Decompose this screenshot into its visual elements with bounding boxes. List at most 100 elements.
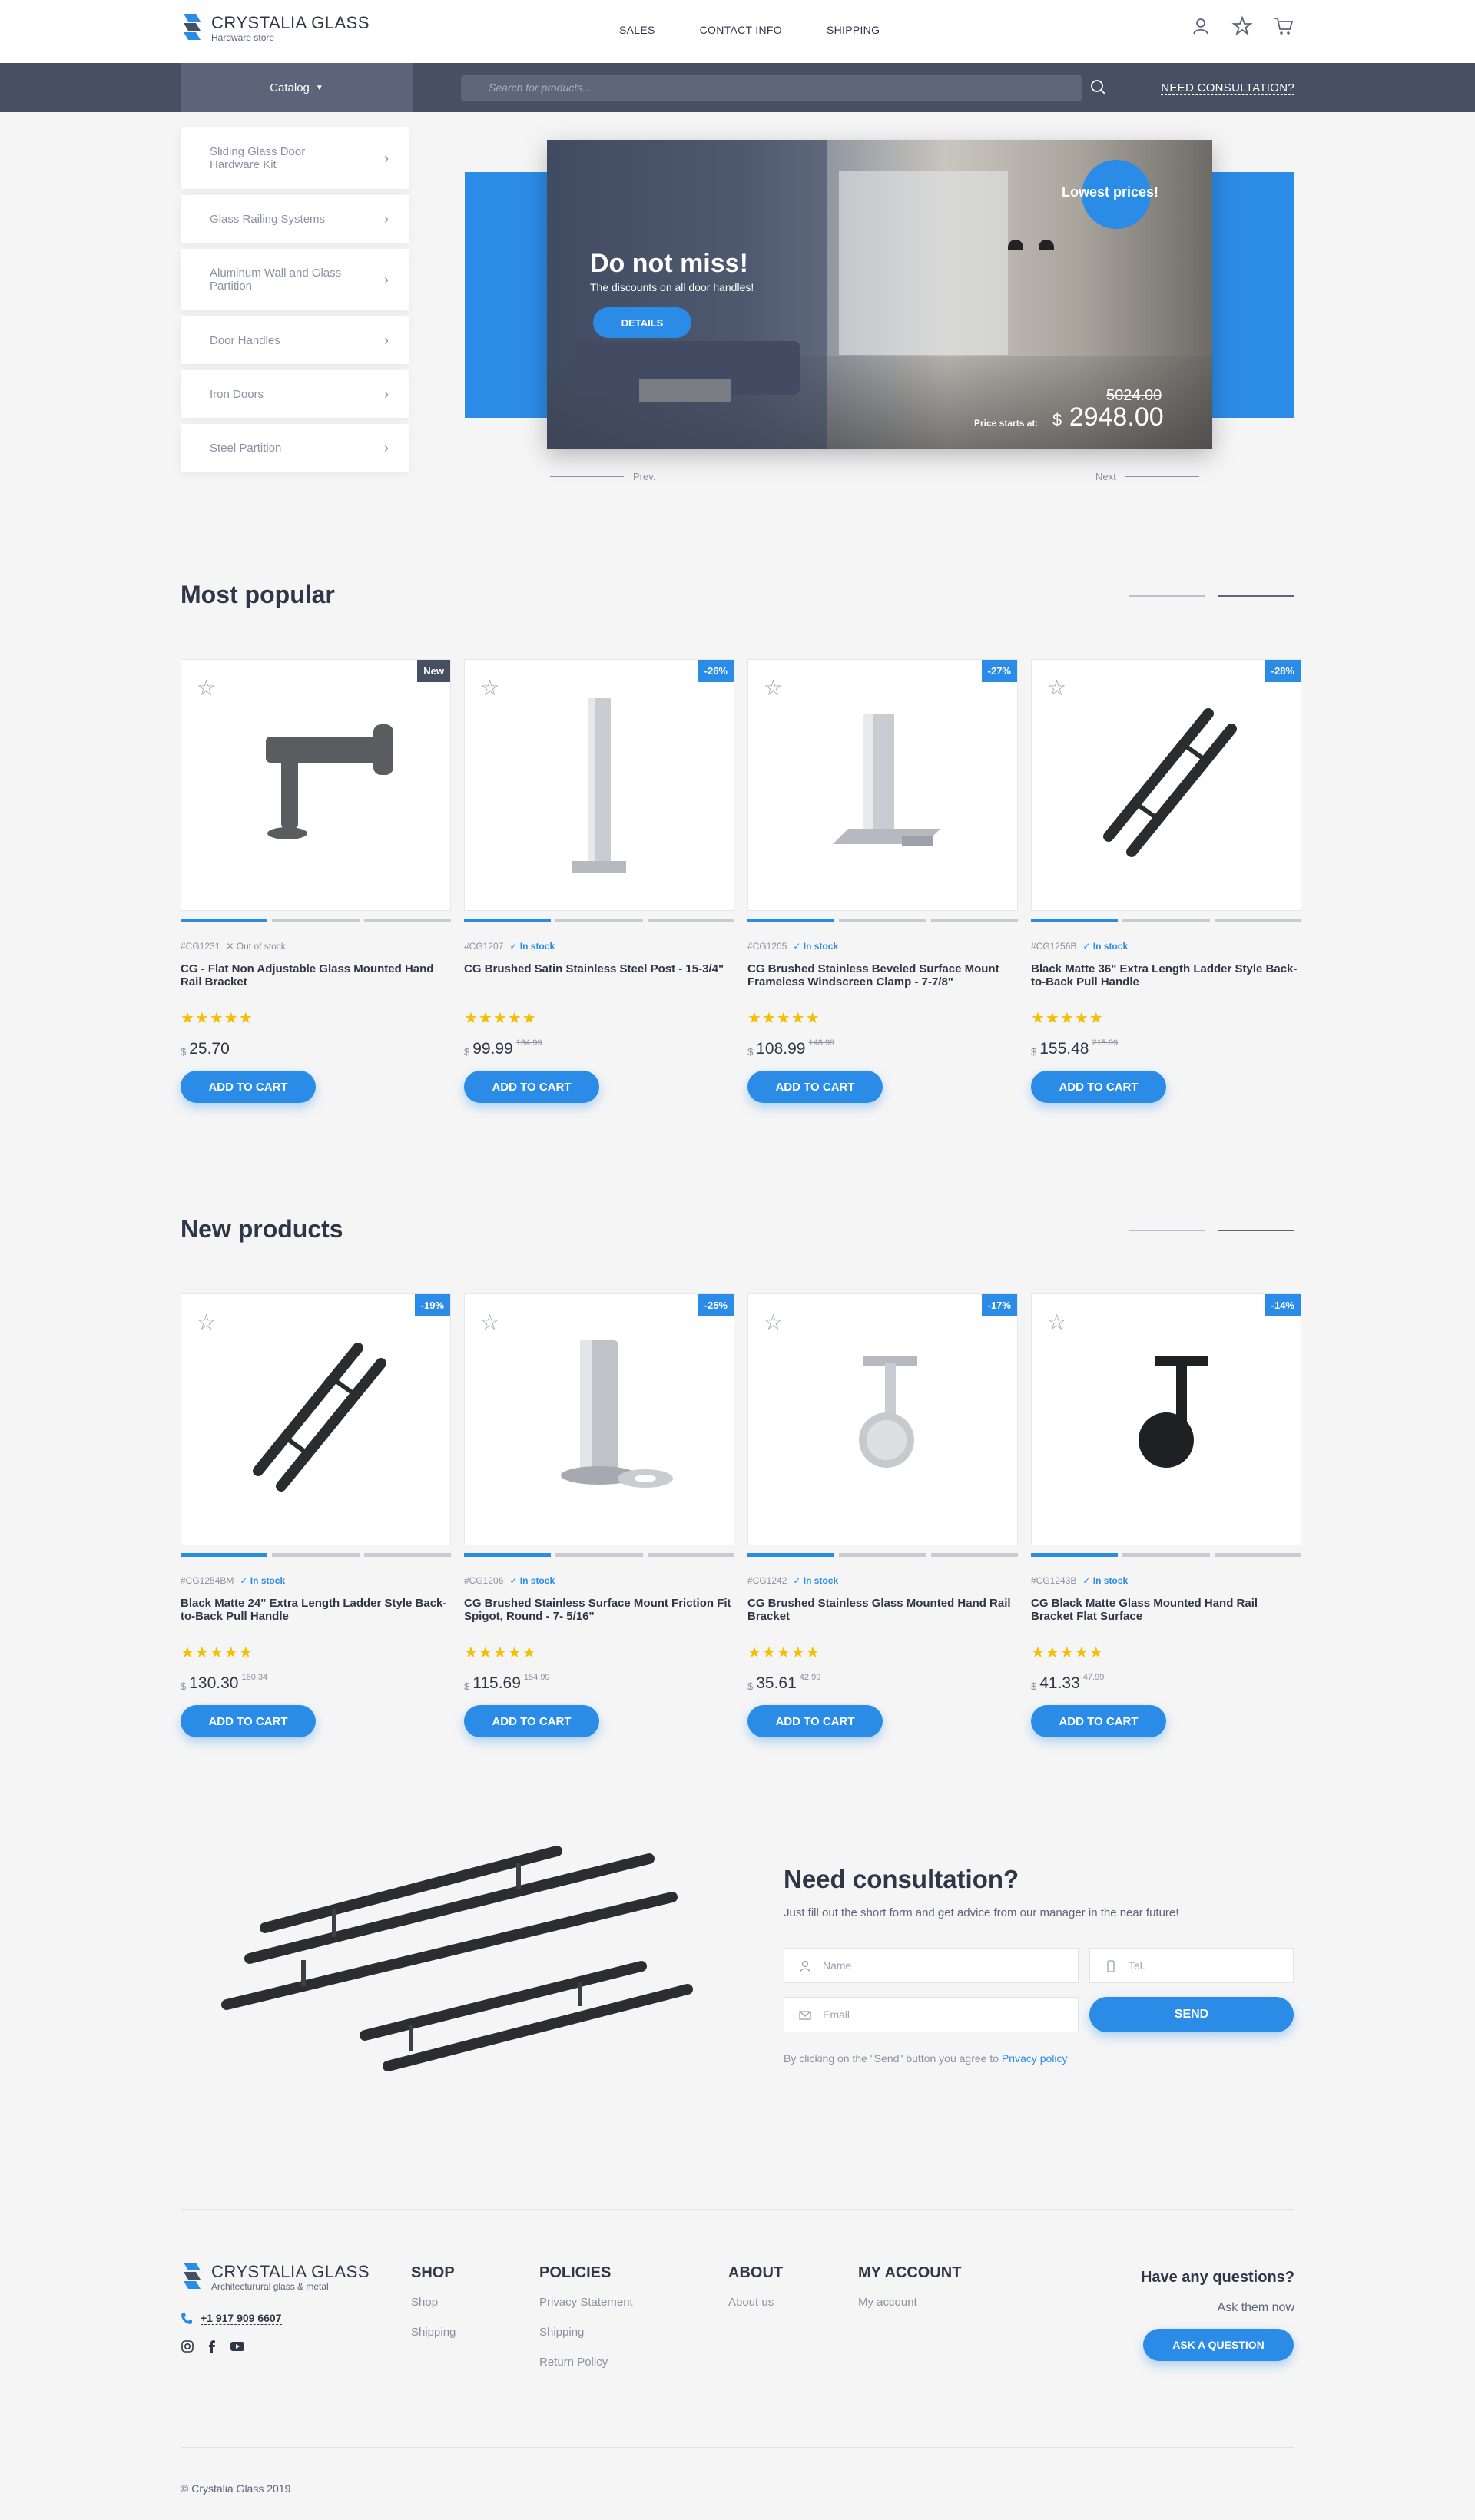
favorite-star-icon[interactable]: ☆ [480,675,499,700]
search-input[interactable]: Search for products... [461,75,1082,101]
pager-dot[interactable] [1122,919,1210,922]
product-name[interactable]: CG Brushed Stainless Beveled Surface Mou… [747,962,1018,1004]
product-image[interactable]: ☆ -17% [747,1293,1018,1545]
pager-dot[interactable] [181,1553,268,1557]
sidebar-item-aluminum-wall[interactable]: Aluminum Wall and Glass Partition › [181,249,409,310]
pager-dot[interactable] [1031,1553,1119,1557]
pager-dot[interactable] [464,919,552,922]
arrow-right-icon[interactable] [1218,1230,1294,1231]
footer-link-shipping[interactable]: Shipping [411,2326,456,2339]
product-card[interactable]: ☆ -25% #CG1206 ✓ In stock CG Brushed Stainle… [464,1293,734,1737]
product-image[interactable]: ☆ -28% [1031,659,1301,911]
add-to-cart-button[interactable]: ADD TO CART [747,1705,883,1737]
favorite-star-icon[interactable]: ☆ [480,1310,499,1335]
add-to-cart-button[interactable]: ADD TO CART [464,1705,599,1737]
footer-link-privacy[interactable]: Privacy Statement [539,2296,633,2309]
add-to-cart-button[interactable]: ADD TO CART [1031,1071,1166,1103]
product-image[interactable]: ☆ -14% [1031,1293,1301,1545]
favorite-star-icon[interactable]: ☆ [197,675,216,700]
pager-dot[interactable] [839,1553,926,1557]
product-image[interactable]: ☆ New [181,659,451,911]
pager-dot[interactable] [1214,919,1301,922]
pager-dot[interactable] [181,919,268,922]
sidebar-item-steel-partition[interactable]: Steel Partition › [181,424,409,472]
add-to-cart-button[interactable]: ADD TO CART [181,1705,316,1737]
product-name[interactable]: Black Matte 36" Extra Length Ladder Styl… [1031,962,1301,1004]
product-card[interactable]: ☆ New #CG1231 ✕ Out of stock CG - Flat Non A… [181,659,451,1103]
tel-field[interactable]: Tel. [1089,1948,1294,1983]
favorite-star-icon[interactable]: ☆ [197,1310,216,1335]
footer-phone[interactable]: +1 917 909 6607 [181,2312,282,2325]
pager-dot[interactable] [747,1553,835,1557]
footer-link-my-account[interactable]: My account [858,2296,961,2309]
footer-link-return[interactable]: Return Policy [539,2356,633,2369]
product-card[interactable]: ☆ -26% #CG1207 ✓ In stock CG Brushed Satin S… [464,659,734,1103]
pager-dot[interactable] [464,1553,552,1557]
favorite-star-icon[interactable]: ☆ [764,675,783,700]
facebook-icon[interactable] [205,2340,219,2353]
product-name[interactable]: CG Brushed Stainless Glass Mounted Hand … [747,1597,1018,1638]
nav-sales[interactable]: SALES [619,24,655,36]
nav-shipping[interactable]: SHIPPING [827,24,880,36]
star-icon[interactable] [1231,15,1253,37]
arrow-right-icon[interactable] [1218,595,1294,597]
sidebar-item-sliding-glass[interactable]: Sliding Glass Door Hardware Kit › [181,127,409,189]
product-image[interactable]: ☆ -19% [181,1293,451,1545]
product-card[interactable]: ☆ -28% #CG1256B ✓ In stock Black Matte 36" E… [1031,659,1301,1103]
favorite-star-icon[interactable]: ☆ [1047,675,1066,700]
pager-dot[interactable] [647,919,734,922]
product-image[interactable]: ☆ -25% [464,1293,734,1545]
pager-dot[interactable] [1122,1553,1210,1557]
footer-link-about-us[interactable]: About us [728,2296,783,2309]
need-consultation-link[interactable]: NEED CONSULTATION? [1161,81,1294,95]
product-image[interactable]: ☆ -27% [747,659,1018,911]
product-image[interactable]: ☆ -26% [464,659,734,911]
product-card[interactable]: ☆ -27% #CG1205 ✓ In stock CG Brushed Stainle… [747,659,1018,1103]
pager-dot[interactable] [363,1553,451,1557]
name-field[interactable]: Name [784,1948,1079,1983]
product-name[interactable]: CG Brushed Stainless Surface Mount Frict… [464,1597,734,1638]
favorite-star-icon[interactable]: ☆ [1047,1310,1066,1335]
product-card[interactable]: ☆ -17% #CG1242 ✓ In stock CG Brushed Stainle… [747,1293,1018,1737]
favorite-star-icon[interactable]: ☆ [764,1310,783,1335]
logo[interactable]: CRYSTALIA GLASS Hardware store [181,12,370,45]
add-to-cart-button[interactable]: ADD TO CART [181,1071,316,1103]
pager-dot[interactable] [272,1553,360,1557]
product-name[interactable]: CG Black Matte Glass Mounted Hand Rail B… [1031,1597,1301,1638]
add-to-cart-button[interactable]: ADD TO CART [747,1071,883,1103]
pager-dot[interactable] [272,919,360,922]
nav-contact-info[interactable]: CONTACT INFO [700,24,782,36]
footer-link-shipping[interactable]: Shipping [539,2326,633,2339]
pager-dot[interactable] [930,1553,1018,1557]
pager-dot[interactable] [363,919,451,922]
product-name[interactable]: CG Brushed Satin Stainless Steel Post - … [464,962,734,1004]
arrow-left-icon[interactable] [1129,595,1205,597]
footer-logo[interactable]: CRYSTALIA GLASS Architecturural glass & … [181,2261,370,2293]
youtube-icon[interactable] [230,2340,245,2353]
ask-question-button[interactable]: ASK A QUESTION [1143,2329,1294,2361]
user-icon[interactable] [1190,15,1211,37]
pager-dot[interactable] [747,919,835,922]
instagram-icon[interactable] [181,2340,194,2353]
add-to-cart-button[interactable]: ADD TO CART [1031,1705,1166,1737]
hero-banner[interactable]: Do not miss! The discounts on all door h… [547,140,1212,449]
add-to-cart-button[interactable]: ADD TO CART [464,1071,599,1103]
footer-link-shop[interactable]: Shop [411,2296,456,2309]
send-button[interactable]: SEND [1089,1997,1294,2032]
privacy-policy-link[interactable]: Privacy policy [1001,2052,1068,2065]
cart-icon[interactable] [1273,15,1294,37]
product-card[interactable]: ☆ -14% #CG1243B ✓ In stock CG Black Matte Gl… [1031,1293,1301,1737]
pager-dot[interactable] [555,919,643,922]
arrow-left-icon[interactable] [1129,1230,1205,1231]
pager-dot[interactable] [839,919,926,922]
hero-details-button[interactable]: DETAILS [593,307,691,338]
product-name[interactable]: Black Matte 24" Extra Length Ladder Styl… [181,1597,451,1638]
pager-dot[interactable] [647,1553,734,1557]
sidebar-item-door-handles[interactable]: Door Handles › [181,316,409,364]
email-field[interactable]: Email [784,1997,1079,2032]
pager-dot[interactable] [1031,919,1119,922]
pager-dot[interactable] [930,919,1018,922]
pager-dot[interactable] [555,1553,643,1557]
search-icon[interactable] [1089,78,1108,97]
hero-next-button[interactable]: Next [1095,471,1199,482]
